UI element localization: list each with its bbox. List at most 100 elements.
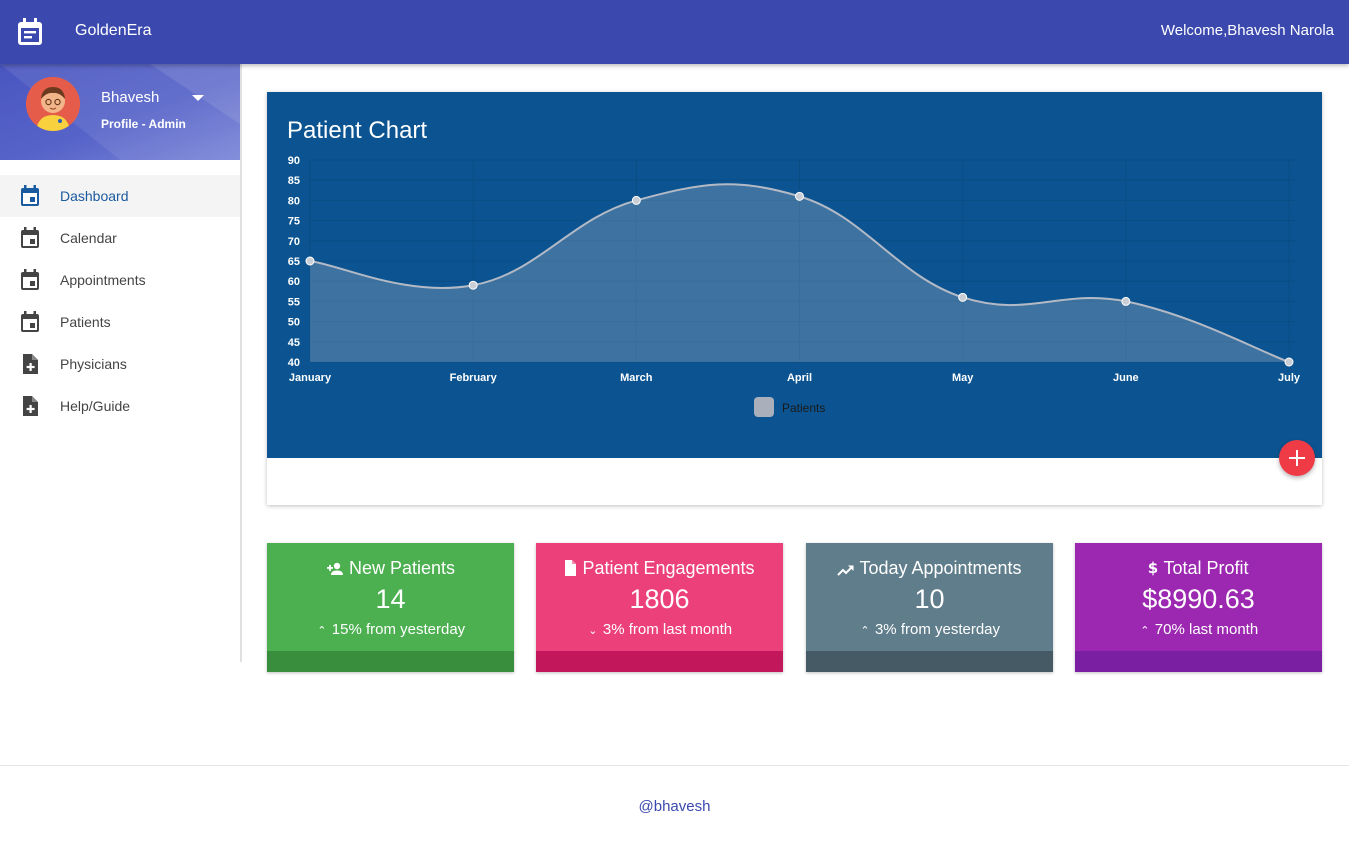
stat-title: Patient Engagements	[582, 558, 755, 578]
y-tick-label: 75	[288, 216, 300, 228]
calendar-icon	[21, 269, 39, 290]
data-point	[468, 280, 478, 290]
chevron-up-icon: ⌃	[317, 625, 327, 637]
x-tick-label: March	[620, 372, 653, 384]
calendar-icon	[21, 227, 39, 248]
data-point	[795, 191, 804, 201]
sidebar-item-calendar[interactable]: Calendar	[0, 217, 240, 259]
svg-text:$: $	[1148, 560, 1158, 576]
sidebar-item-help-guide[interactable]: Help/Guide	[0, 385, 240, 427]
sidebar-item-appointments[interactable]: Appointments	[0, 259, 240, 301]
y-tick-label: 90	[288, 155, 300, 167]
stat-title-row: New Patients	[267, 558, 514, 579]
profile-panel: Bhavesh Profile - Admin	[0, 64, 240, 160]
stat-footer-bar	[1075, 651, 1322, 672]
profile-name[interactable]: Bhavesh	[101, 89, 159, 106]
sidebar-item-patients[interactable]: Patients	[0, 301, 240, 343]
stat-card-patient-engagements: Patient Engagements 1806 ⌄ 3% from last m…	[536, 543, 783, 672]
person-add-icon	[326, 562, 343, 575]
trending-up-icon	[837, 565, 854, 576]
x-tick-label: January	[289, 372, 332, 384]
data-point	[305, 256, 315, 266]
sidebar-nav: Dashboard Calendar Appointments Patients…	[0, 175, 240, 427]
y-tick-label: 45	[288, 337, 300, 349]
sidebar-item-dashboard[interactable]: Dashboard	[0, 175, 240, 217]
stat-footer-bar	[536, 651, 783, 672]
calendar-icon	[21, 311, 39, 332]
stat-subtext: 3% from yesterday	[874, 621, 1001, 638]
x-tick-label: February	[450, 372, 498, 384]
stat-title: Total Profit	[1163, 558, 1249, 578]
stat-value: $8990.63	[1142, 584, 1255, 614]
data-point	[631, 195, 641, 205]
calendar-app-icon[interactable]	[17, 18, 43, 46]
y-tick-label: 55	[288, 296, 300, 308]
stat-title-row: Patient Engagements	[536, 558, 783, 579]
y-tick-label: 40	[288, 357, 300, 369]
top-app-bar: GoldenEra Welcome,Bhavesh Narola	[0, 0, 1349, 64]
sidebar-item-label: Calendar	[60, 230, 117, 246]
welcome-text: Welcome,Bhavesh Narola	[1160, 22, 1334, 39]
stat-footer-bar	[806, 651, 1053, 672]
stat-card-today-appointments: Today Appointments 10 ⌃ 3% from yesterday	[806, 543, 1053, 672]
sidebar-item-label: Physicians	[60, 356, 127, 372]
profile-role: Profile - Admin	[101, 117, 186, 131]
y-tick-label: 60	[288, 276, 300, 288]
y-tick-label: 85	[288, 175, 300, 187]
sidebar-item-label: Dashboard	[60, 188, 129, 204]
chevron-up-icon: ⌃	[1140, 625, 1150, 637]
stat-subtext: 15% from yesterday	[331, 621, 466, 638]
stat-card-total-profit: $ Total Profit $8990.63 ⌃ 70% last month	[1075, 543, 1322, 672]
chart-area: Patient Chart 40 45 50 55 60 65 70 75 80 85 90 Janu…	[267, 92, 1322, 458]
avatar-illustration	[26, 77, 80, 131]
y-tick-label: 70	[288, 236, 300, 248]
sidebar-item-label: Help/Guide	[60, 398, 131, 414]
document-icon	[565, 560, 577, 576]
stat-value: 14	[375, 584, 406, 614]
patient-area-chart: 40 45 50 55 60 65 70 75 80 85 90 January February Mar…	[288, 155, 1301, 417]
avatar[interactable]	[26, 77, 80, 131]
data-point	[1284, 357, 1294, 367]
series-area-fill	[310, 184, 1289, 362]
x-tick-label: July	[1278, 372, 1301, 384]
y-tick-label: 65	[288, 256, 300, 268]
footer-link[interactable]: @bhavesh	[0, 798, 1349, 815]
add-button[interactable]	[1279, 440, 1315, 476]
patient-chart-card: Patient Chart 40 45 50 55 60 65 70 75 80 85 90 Janu…	[267, 92, 1322, 505]
file-plus-icon	[23, 396, 38, 416]
stat-card-new-patients: New Patients 14 ⌃ 15% from yesterday	[267, 543, 514, 672]
stat-subtext: 3% from last month	[602, 621, 733, 638]
stat-title: Today Appointments	[859, 558, 1022, 578]
sidebar-item-physicians[interactable]: Physicians	[0, 343, 240, 385]
footer-divider	[0, 765, 1349, 766]
stat-footer-bar	[267, 651, 514, 672]
stat-value: 10	[914, 584, 945, 614]
legend-label: Patients	[782, 401, 825, 415]
legend-swatch	[754, 397, 774, 417]
sidebar: Bhavesh Profile - Admin Dashboard Calend…	[0, 64, 242, 662]
sidebar-item-label: Patients	[60, 314, 111, 330]
stat-title-row: Today Appointments	[806, 558, 1053, 579]
stat-title-row: $ Total Profit	[1075, 558, 1322, 579]
stat-title: New Patients	[348, 558, 456, 578]
stat-value: 1806	[629, 584, 690, 614]
chevron-up-icon: ⌃	[860, 625, 870, 637]
stat-subtext-row: ⌃ 15% from yesterday	[267, 621, 514, 638]
app-title: GoldenEra	[75, 22, 152, 39]
x-tick-label: May	[952, 372, 974, 384]
data-point	[1121, 296, 1131, 306]
dollar-icon: $	[1148, 559, 1158, 577]
y-tick-label: 80	[288, 195, 300, 207]
chevron-down-icon: ⌄	[588, 625, 598, 637]
stat-subtext: 70% last month	[1154, 621, 1259, 638]
sidebar-item-label: Appointments	[60, 272, 146, 288]
data-point	[958, 292, 968, 302]
stat-subtext-row: ⌃ 70% last month	[1075, 621, 1322, 638]
x-tick-label: June	[1113, 372, 1139, 384]
x-tick-label: April	[787, 372, 812, 384]
file-plus-icon	[23, 354, 38, 374]
y-tick-label: 50	[288, 317, 300, 329]
chevron-down-icon[interactable]	[192, 95, 204, 101]
stat-subtext-row: ⌃ 3% from yesterday	[806, 621, 1053, 638]
calendar-icon	[21, 185, 39, 206]
